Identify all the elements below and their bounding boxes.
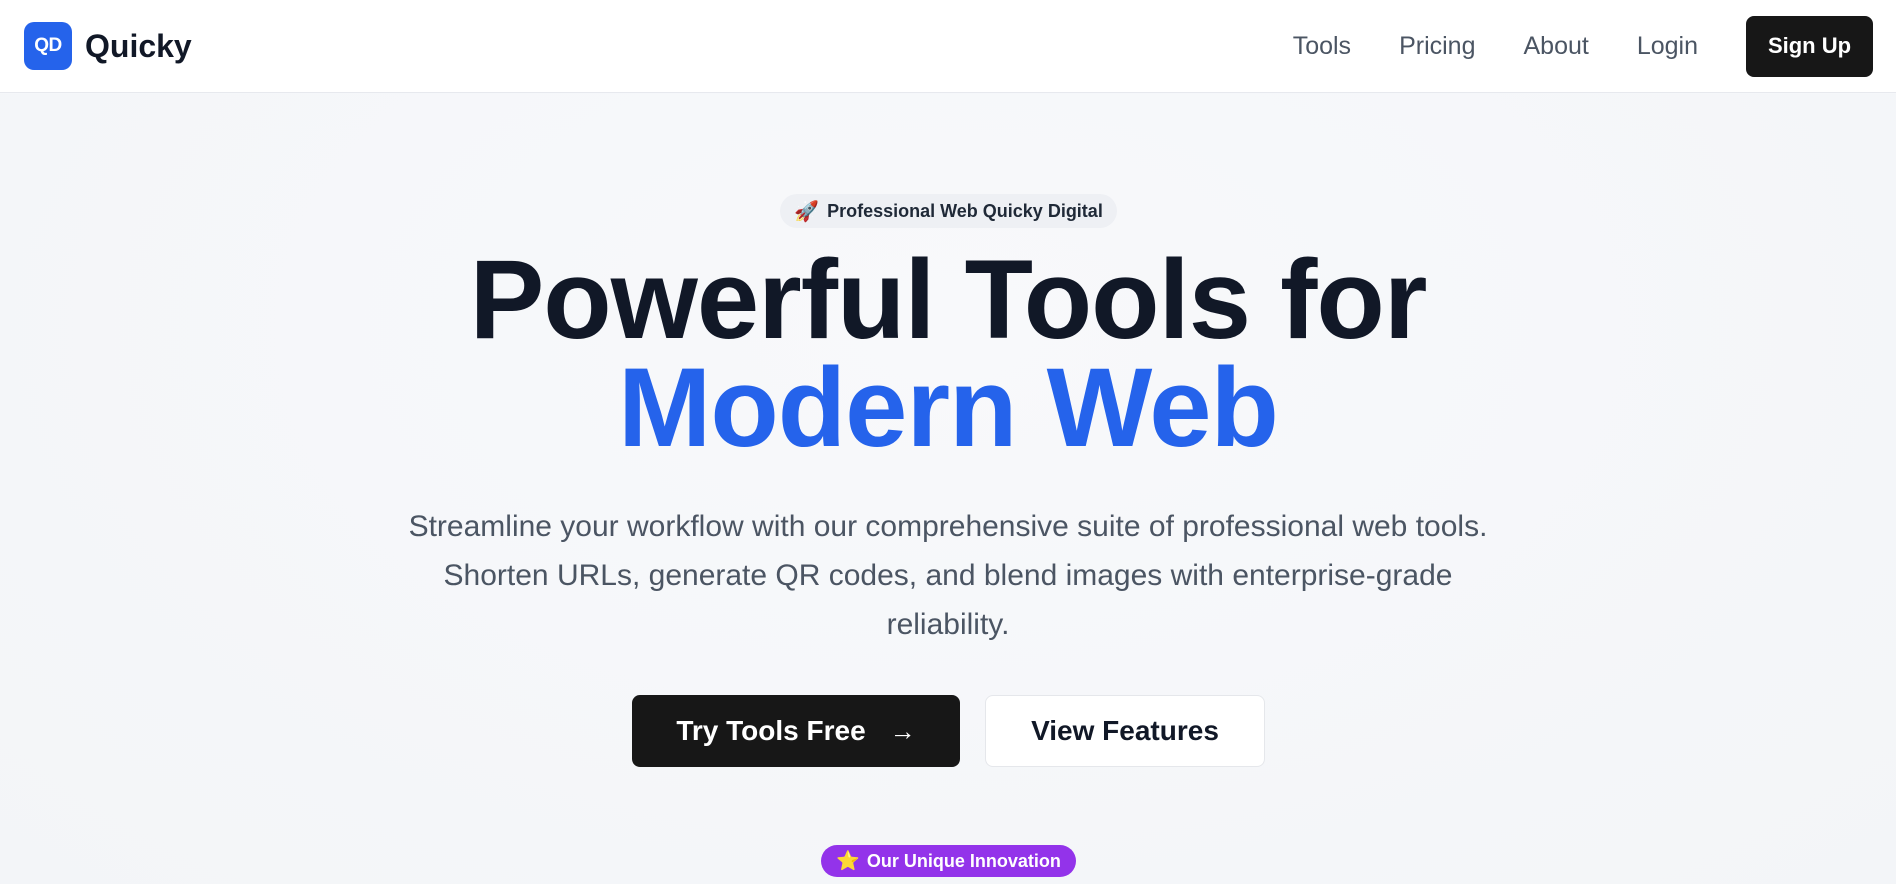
rocket-icon: 🚀 (794, 200, 820, 223)
innovation-badge: ⭐ Our Unique Innovation (821, 845, 1076, 877)
nav-link-about[interactable]: About (1523, 32, 1588, 61)
tagline-text: Professional Web Quicky Digital (827, 200, 1103, 221)
innovation-text: Our Unique Innovation (866, 850, 1061, 871)
star-icon: ⭐ (836, 851, 860, 872)
hero-title-line1: Powerful Tools for (469, 237, 1428, 362)
try-tools-free-button[interactable]: Try Tools Free → (632, 695, 960, 767)
sign-up-button[interactable]: Sign Up (1746, 15, 1873, 77)
top-navbar: QD Quicky Tools Pricing About Login Sign… (0, 0, 1896, 93)
hero-subtitle: Streamline your workflow with our compre… (408, 510, 1488, 641)
main-nav: Tools Pricing About Login Sign Up (1293, 15, 1873, 77)
view-features-button[interactable]: View Features (985, 695, 1265, 767)
arrow-right-icon: → (889, 715, 916, 746)
logo-icon[interactable]: QD (24, 22, 72, 70)
try-tools-free-label: Try Tools Free (676, 715, 866, 746)
tagline-pill: 🚀 Professional Web Quicky Digital (780, 194, 1117, 228)
nav-link-login[interactable]: Login (1637, 32, 1698, 61)
hero-section: 🚀 Professional Web Quicky Digital Powerf… (0, 94, 1896, 884)
brand[interactable]: QD Quicky (24, 22, 192, 70)
nav-link-pricing[interactable]: Pricing (1399, 32, 1475, 61)
nav-link-tools[interactable]: Tools (1293, 32, 1351, 61)
hero-title-line2: Modern Web (618, 345, 1279, 470)
brand-name[interactable]: Quicky (85, 28, 192, 65)
